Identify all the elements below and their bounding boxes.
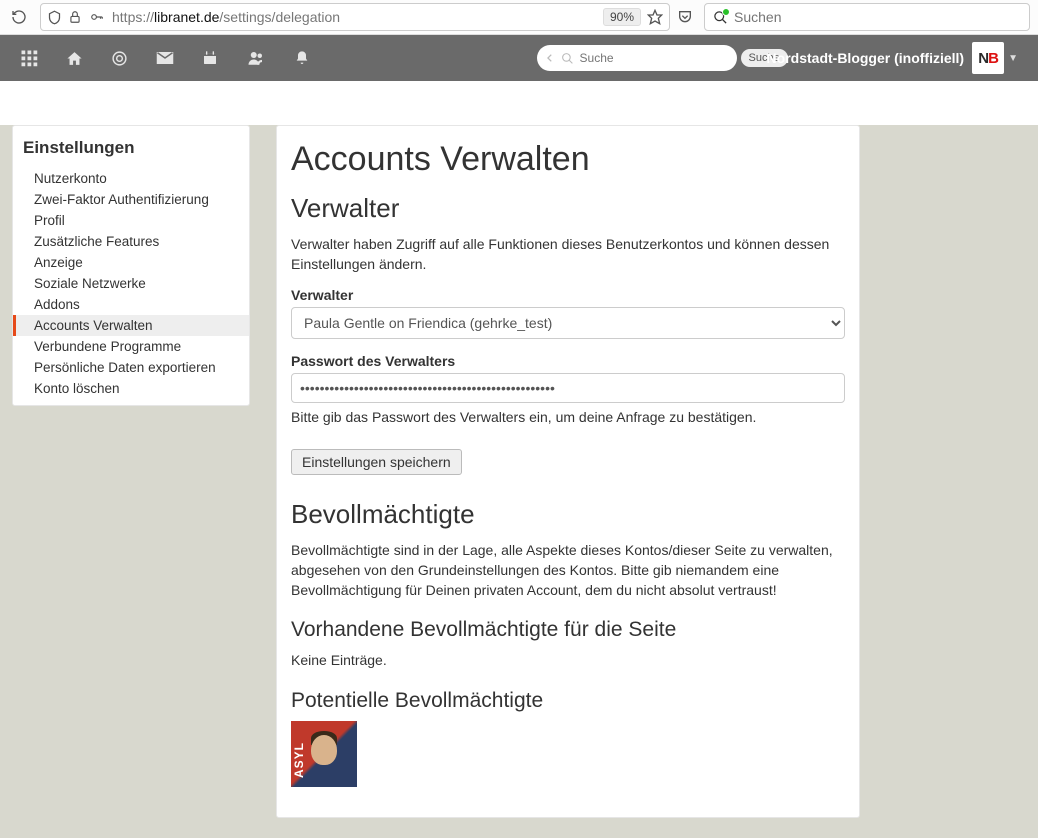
passwort-input[interactable] [291,373,845,403]
browser-toolbar: https://libranet.de/settings/delegation … [0,0,1038,35]
reload-icon[interactable] [8,6,30,28]
main-content: Accounts Verwalten Verwalter Verwalter h… [276,125,860,818]
sidebar-item-features[interactable]: Zusätzliche Features [13,231,249,252]
bevollmaechtigte-heading: Bevollmächtigte [291,499,845,530]
browser-search-input[interactable] [734,9,1021,25]
search-icon [561,52,574,65]
app-topnav: Suche Nordstadt-Blogger (inoffiziell) NB… [0,35,1038,81]
lock-icon [68,10,82,24]
avatar-asyl-text: ASYL [292,742,306,778]
app-search-box[interactable]: Suche [537,45,737,71]
sidebar-item-nutzerkonto[interactable]: Nutzerkonto [13,168,249,189]
bookmark-star-icon[interactable] [647,9,663,25]
target-icon[interactable] [111,50,128,67]
sidebar-item-soziale[interactable]: Soziale Netzwerke [13,273,249,294]
sidebar-item-export[interactable]: Persönliche Daten exportieren [13,357,249,378]
browser-search-box[interactable] [704,3,1030,31]
sidebar-item-anzeige[interactable]: Anzeige [13,252,249,273]
potential-delegate-avatar[interactable]: ASYL [291,721,357,787]
verwalter-description: Verwalter haben Zugriff auf alle Funktio… [291,234,845,275]
passwort-help: Bitte gib das Passwort des Verwalters ei… [291,409,845,425]
user-avatar[interactable]: NB [972,42,1004,74]
apps-grid-icon[interactable] [20,49,38,67]
sidebar-item-2fa[interactable]: Zwei-Faktor Authentifizierung [13,189,249,210]
settings-sidebar: Einstellungen Nutzerkonto Zwei-Faktor Au… [12,125,250,406]
vorhandene-heading: Vorhandene Bevollmächtigte für die Seite [291,618,845,642]
user-menu-caret[interactable]: ▼ [1008,53,1018,64]
search-engine-icon [713,10,728,25]
bell-icon[interactable] [294,49,310,67]
url-bar[interactable]: https://libranet.de/settings/delegation … [40,3,670,31]
app-search-input[interactable] [580,51,735,65]
page-title: Accounts Verwalten [291,140,845,179]
potentielle-heading: Potentielle Bevollmächtigte [291,689,845,713]
sidebar-item-addons[interactable]: Addons [13,294,249,315]
bevollmaechtigte-description: Bevollmächtigte sind in der Lage, alle A… [291,540,845,601]
header-strip [0,81,1038,125]
sidebar-item-accounts-verwalten[interactable]: Accounts Verwalten [13,315,249,336]
home-icon[interactable] [66,50,83,67]
passwort-label: Passwort des Verwalters [291,353,845,369]
sidebar-title: Einstellungen [13,126,249,168]
key-icon [88,10,106,24]
pocket-icon[interactable] [674,6,696,28]
shield-icon [47,10,62,25]
save-button[interactable]: Einstellungen speichern [291,449,462,475]
mail-icon[interactable] [156,49,174,67]
url-text: https://libranet.de/settings/delegation [112,9,597,25]
users-icon[interactable] [246,49,266,67]
sidebar-item-loeschen[interactable]: Konto löschen [13,378,249,399]
chevron-left-icon[interactable] [545,52,555,64]
sidebar-item-profil[interactable]: Profil [13,210,249,231]
sidebar-list: Nutzerkonto Zwei-Faktor Authentifizierun… [13,168,249,399]
calendar-icon[interactable] [202,50,218,66]
vorhandene-empty: Keine Einträge. [291,650,845,670]
zoom-badge[interactable]: 90% [603,8,641,26]
sidebar-item-verbundene[interactable]: Verbundene Programme [13,336,249,357]
user-name[interactable]: Nordstadt-Blogger (inoffiziell) [767,50,965,66]
verwalter-label: Verwalter [291,287,845,303]
verwalter-select[interactable]: Paula Gentle on Friendica (gehrke_test) [291,307,845,339]
verwalter-heading: Verwalter [291,193,845,224]
